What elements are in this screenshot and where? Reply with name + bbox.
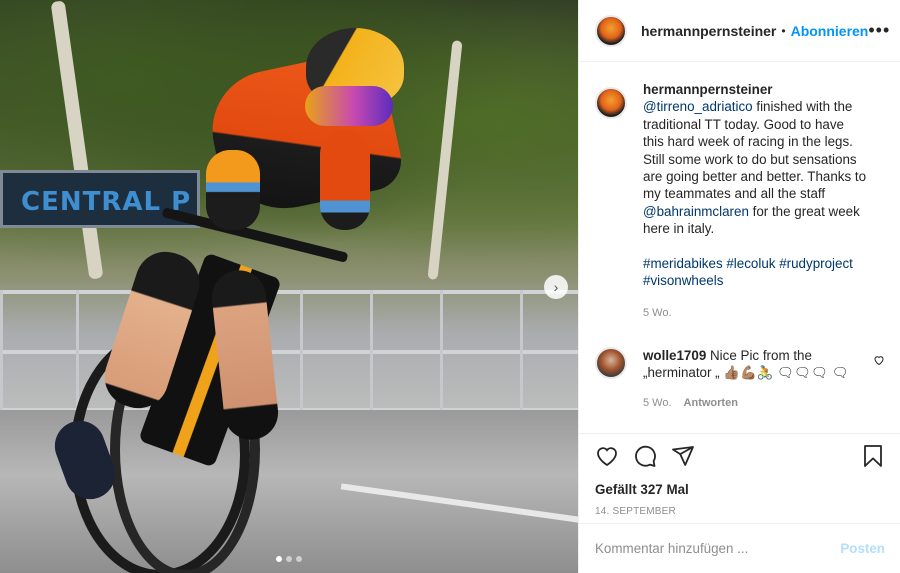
post-header: hermannpernsteiner • Abonnieren ••• <box>579 0 900 62</box>
caption-line: Still some work to do but sensations <box>643 151 857 167</box>
carousel-dot <box>276 556 282 562</box>
caption-line: my teammates and all the staff <box>643 186 826 202</box>
comment-age: 5 Wo. <box>643 396 672 409</box>
caption-line: here in italy. <box>643 221 715 237</box>
post-button[interactable]: Posten <box>840 541 885 556</box>
post-photo[interactable]: CENTRAL P › <box>0 0 578 573</box>
caption-age: 5 Wo. <box>643 307 672 320</box>
cyclist <box>0 0 578 573</box>
hashtags[interactable]: #meridabikes #lecoluk #rudyproject <box>643 255 883 272</box>
comment-meta: 5 Wo. Antworten <box>643 395 853 412</box>
caption-line: @bahrainmclaren for the great week <box>643 203 883 220</box>
comment-input[interactable] <box>595 541 841 556</box>
comment-username[interactable]: wolle1709 <box>643 348 706 363</box>
likes-count[interactable]: Gefällt 327 Mal <box>595 482 885 497</box>
caption: hermannpernsteiner @tirreno_adriatico fi… <box>595 81 885 323</box>
mention-link[interactable]: @tirreno_adriatico <box>643 99 753 114</box>
follow-button[interactable]: Abonnieren <box>791 23 869 39</box>
share-icon[interactable] <box>671 444 695 473</box>
avatar[interactable] <box>595 14 627 47</box>
bookmark-icon[interactable] <box>861 444 885 473</box>
action-icons <box>595 444 885 472</box>
post-date[interactable]: 14. SEPTEMBER <box>595 506 885 517</box>
carousel-dots <box>276 556 302 562</box>
post-actions: Gefällt 327 Mal 14. SEPTEMBER <box>579 433 900 523</box>
next-image-button[interactable]: › <box>544 275 568 299</box>
caption-line: traditional TT today. Good to have <box>643 116 844 132</box>
comment-item: wolle1709 Nice Pic from the „herminator … <box>595 346 885 412</box>
chevron-right-icon: › <box>553 279 559 295</box>
caption-text: finished with the <box>752 99 853 115</box>
separator-dot: • <box>781 23 786 38</box>
carousel-dot <box>286 556 292 562</box>
caption-line: this hard week of racing in the legs. <box>643 134 853 150</box>
reply-button[interactable]: Antworten <box>684 395 738 412</box>
post-side-panel: hermannpernsteiner • Abonnieren ••• herm… <box>578 0 900 573</box>
caption-line: are going better and better. Thanks to <box>643 169 867 185</box>
header-username[interactable]: hermannpernsteiner <box>641 23 776 39</box>
carousel-dot <box>296 556 302 562</box>
comment-body: wolle1709 Nice Pic from the „herminator … <box>643 347 853 412</box>
avatar[interactable] <box>595 346 627 379</box>
more-icon[interactable]: ••• <box>868 20 890 41</box>
add-comment-bar: Posten <box>579 523 900 573</box>
heart-icon[interactable] <box>873 353 885 412</box>
caption-username[interactable]: hermannpernsteiner <box>643 81 883 98</box>
comment-icon[interactable] <box>633 444 657 473</box>
mention-link[interactable]: @bahrainmclaren <box>643 204 749 219</box>
hashtags[interactable]: #visonwheels <box>643 272 883 289</box>
heart-icon[interactable] <box>595 444 619 473</box>
caption-text: for the great week <box>748 203 860 219</box>
caption-body: hermannpernsteiner @tirreno_adriatico fi… <box>643 81 883 323</box>
comments-section[interactable]: hermannpernsteiner @tirreno_adriatico fi… <box>579 63 900 433</box>
caption-line: @tirreno_adriatico finished with the <box>643 98 883 115</box>
avatar[interactable] <box>595 87 627 119</box>
